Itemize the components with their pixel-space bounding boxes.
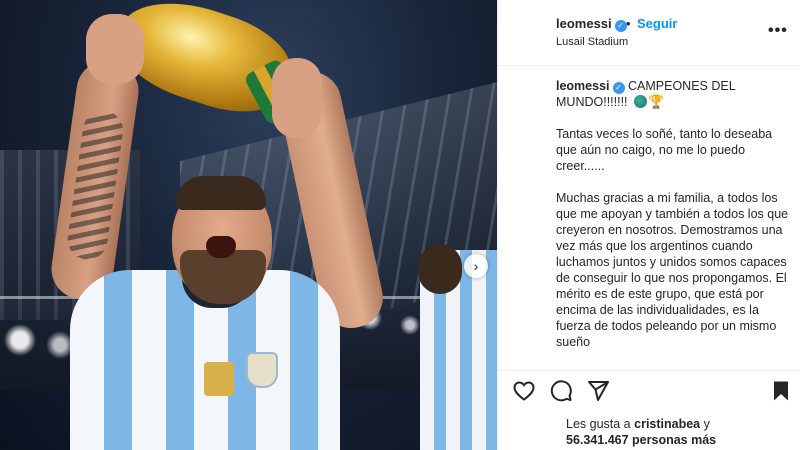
post-side-panel: leomessi ✓ • Seguir Lusail Stadium ••• le… [497,0,800,450]
share-icon[interactable] [586,379,610,403]
caption-first-line: leomessi ✓ CAMPEONES DEL MUNDO!!!!!!! 🏆 [556,78,796,110]
likes-connector: y [703,417,710,431]
comment-icon[interactable] [549,379,573,403]
caption-paragraph: Muchas gracias a mi familia, a todos los… [556,191,792,349]
player-mouth [206,236,236,258]
header-separator: • [626,16,631,31]
author-username[interactable]: leomessi [556,16,612,31]
jersey-badge [204,362,234,396]
player-right-hand [272,58,322,138]
caption-paragraph: Tantas veces lo soñé, tanto lo deseaba q… [556,127,776,173]
likes-prefix: Les gusta a [566,417,631,431]
bookmark-icon[interactable] [769,379,793,403]
jersey-crest [246,352,278,388]
liker-username[interactable]: cristinabea [634,417,700,431]
post-actions [498,370,800,408]
caption-username[interactable]: leomessi [556,79,610,93]
post-caption: leomessi ✓ CAMPEONES DEL MUNDO!!!!!!! 🏆 T… [556,78,796,368]
verified-badge-icon: ✓ [614,20,627,32]
background-player-head [418,244,462,294]
likes-count[interactable]: 56.341.467 personas más [566,433,716,447]
follow-button[interactable]: Seguir [637,16,677,31]
more-options-button[interactable]: ••• [768,22,788,40]
post-image[interactable]: › [0,0,497,450]
likes-summary: Les gusta a cristinabea y 56.341.467 per… [566,416,796,448]
arm-tattoo [65,108,126,263]
player-left-hand [86,14,144,84]
post-author[interactable]: leomessi ✓ [556,16,627,32]
verified-badge-icon: ✓ [612,82,625,94]
trophy-emoji-icon: 🏆 [648,94,665,109]
heart-icon[interactable] [512,379,536,403]
post-header: leomessi ✓ • Seguir Lusail Stadium ••• [498,0,800,66]
globe-emoji-icon [634,95,648,108]
post-location[interactable]: Lusail Stadium [556,36,628,48]
next-image-button[interactable]: › [464,254,488,278]
player-hair [176,176,266,210]
